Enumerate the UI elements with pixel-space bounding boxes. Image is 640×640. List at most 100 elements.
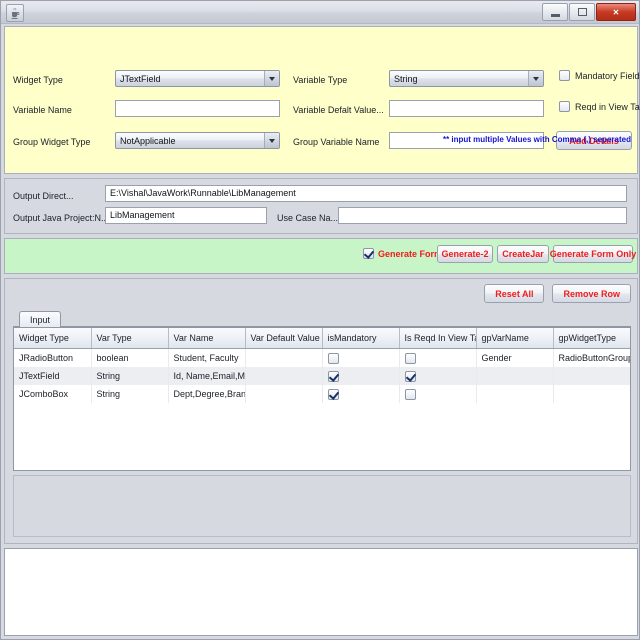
widget-type-value: JTextField (120, 73, 161, 84)
cell-gp-widget-type (553, 367, 630, 385)
column-header-var-name[interactable]: Var Name (168, 328, 246, 349)
use-case-name-label: Use Case Na... (277, 213, 339, 223)
cell-widget-type: JTextField (14, 367, 92, 385)
cell-gp-widget-type (553, 385, 630, 403)
variable-default-value-input[interactable] (389, 100, 544, 117)
application-window: ✕ Widget Type JTextField Variable Name G… (0, 0, 640, 640)
checkbox-box (559, 70, 570, 81)
column-header-gp-var-name[interactable]: gpVarName (476, 328, 554, 349)
variable-type-value: String (394, 73, 418, 84)
form-inner: Widget Type JTextField Variable Name Gro… (4, 26, 640, 174)
tab-input[interactable]: Input (19, 311, 62, 327)
create-jar-button[interactable]: CreateJar (497, 245, 549, 263)
minimize-icon (550, 13, 560, 17)
cell-is-reqd-in-view-table[interactable] (399, 385, 477, 403)
use-case-name-input[interactable] (338, 207, 627, 224)
chevron-down-icon[interactable] (264, 71, 279, 86)
cell-gp-var-name (476, 385, 554, 403)
table-row[interactable]: JTextField String Id, Name,Email,Mob... (14, 367, 630, 385)
checkbox-box[interactable] (404, 352, 416, 364)
variable-default-value-label: Variable Defalt Value... (293, 105, 384, 115)
chevron-down-icon[interactable] (528, 71, 543, 86)
column-header-is-reqd-in-view-table[interactable]: Is Reqd In View Table (399, 328, 477, 349)
cell-var-name: Student, Faculty (168, 348, 246, 367)
output-directory-input[interactable]: E:\Vishal\JavaWork\Runnable\LibManagemen… (105, 185, 627, 202)
generate-inner: Generate Form Generate-2 CreateJar Gener… (4, 238, 638, 274)
cell-var-type: String (91, 367, 169, 385)
cell-is-mandatory[interactable] (322, 367, 400, 385)
title-bar: ✕ (1, 1, 639, 24)
generate-form-checkbox[interactable]: Generate Form (363, 248, 442, 259)
reqd-in-view-table-label: Reqd in View Table (575, 101, 640, 112)
generate-2-button[interactable]: Generate-2 (437, 245, 493, 263)
output-project-name-input[interactable]: LibManagement (105, 207, 267, 224)
column-header-var-default-value[interactable]: Var Default Value (245, 328, 323, 349)
group-variable-name-label: Group Variable Name (293, 137, 380, 147)
checkbox-box[interactable] (404, 388, 416, 400)
cell-var-default-value (245, 348, 323, 367)
window-controls: ✕ (542, 3, 636, 21)
reset-all-button[interactable]: Reset All (484, 284, 545, 303)
column-header-widget-type[interactable]: Widget Type (14, 328, 92, 349)
group-widget-type-label: Group Widget Type (13, 137, 91, 147)
window-content: Widget Type JTextField Variable Name Gro… (4, 26, 640, 638)
close-icon: ✕ (612, 7, 620, 17)
cell-is-mandatory[interactable] (322, 348, 400, 367)
cell-is-reqd-in-view-table[interactable] (399, 348, 477, 367)
cell-var-name: Dept,Degree,Branc... (168, 385, 246, 403)
generate-actions-panel: Generate Form Generate-2 CreateJar Gener… (4, 238, 638, 274)
checkbox-box[interactable] (327, 370, 339, 382)
variable-name-label: Variable Name (13, 105, 72, 115)
cell-var-type: String (91, 385, 169, 403)
input-grid[interactable]: Widget Type Var Type Var Name Var Defaul… (13, 327, 631, 471)
chevron-down-icon[interactable] (264, 133, 279, 148)
widget-type-select[interactable]: JTextField (115, 70, 280, 87)
log-output-area[interactable] (4, 548, 638, 636)
generate-form-only-button[interactable]: Generate Form Only (550, 245, 636, 263)
checkbox-box[interactable] (327, 388, 339, 400)
checkbox-box[interactable] (327, 352, 339, 364)
output-inner: Output Direct... E:\Vishal\JavaWork\Runn… (4, 178, 638, 234)
variable-type-label: Variable Type (293, 75, 348, 85)
widget-type-label: Widget Type (13, 75, 63, 85)
cell-widget-type: JComboBox (14, 385, 92, 403)
column-header-var-type[interactable]: Var Type (91, 328, 169, 349)
grid-empty-area (13, 475, 631, 537)
cell-var-default-value (245, 385, 323, 403)
output-project-name-label: Output Java Project:N... (13, 213, 109, 223)
grid-table: Widget Type Var Type Var Name Var Defaul… (14, 328, 630, 403)
table-row[interactable]: JComboBox String Dept,Degree,Branc... (14, 385, 630, 403)
table-row[interactable]: JRadioButton boolean Student, Faculty Ge… (14, 348, 630, 367)
maximize-icon (577, 8, 587, 16)
close-button[interactable]: ✕ (596, 3, 636, 21)
cell-var-type: boolean (91, 348, 169, 367)
mandatory-field-label: Mandatory Field (575, 70, 640, 81)
comma-hint-text: ** input multiple Values with Comma (,) … (442, 135, 631, 144)
mandatory-field-checkbox[interactable]: Mandatory Field (559, 70, 640, 81)
checkbox-box[interactable] (404, 370, 416, 382)
checkbox-box (559, 101, 570, 112)
tab-strip: Input (13, 311, 631, 327)
cell-is-reqd-in-view-table[interactable] (399, 367, 477, 385)
group-widget-type-select[interactable]: NotApplicable (115, 132, 280, 149)
cell-widget-type: JRadioButton (14, 348, 92, 367)
remove-row-button[interactable]: Remove Row (552, 284, 631, 303)
cell-is-mandatory[interactable] (322, 385, 400, 403)
reqd-in-view-table-checkbox[interactable]: Reqd in View Table (559, 101, 640, 112)
table-toolbar: Reset All Remove Row (484, 284, 631, 303)
log-output-panel (4, 548, 638, 636)
cell-var-name: Id, Name,Email,Mob... (168, 367, 246, 385)
variable-name-input[interactable] (115, 100, 280, 117)
generate-form-label: Generate Form (378, 248, 443, 259)
column-header-is-mandatory[interactable]: isMandatory (322, 328, 400, 349)
cell-var-default-value (245, 367, 323, 385)
column-header-gp-widget-type[interactable]: gpWidgetType (553, 328, 630, 349)
java-coffee-cup-icon (6, 4, 24, 22)
maximize-button[interactable] (569, 3, 595, 21)
cell-gp-widget-type: RadioButtonGroup (553, 348, 630, 367)
grid-header-row: Widget Type Var Type Var Name Var Defaul… (14, 328, 630, 349)
cell-gp-var-name (476, 367, 554, 385)
minimize-button[interactable] (542, 3, 568, 21)
variable-type-select[interactable]: String (389, 70, 544, 87)
widget-definition-form: Widget Type JTextField Variable Name Gro… (4, 26, 640, 174)
